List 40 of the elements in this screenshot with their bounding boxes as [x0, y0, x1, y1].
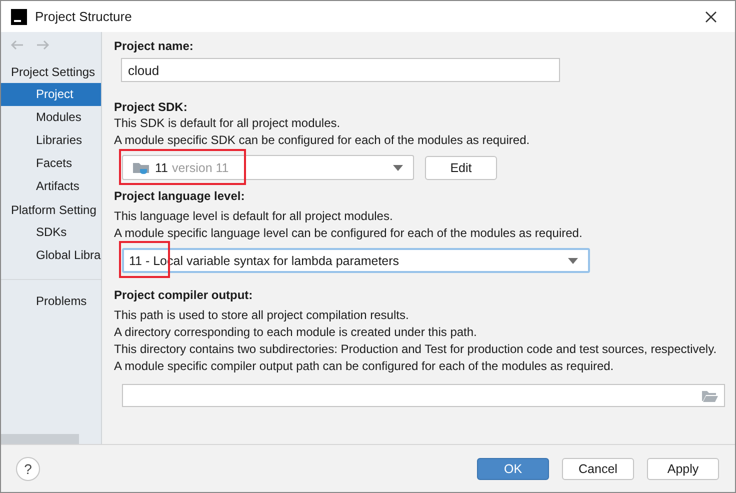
description-text: This SDK is default for all project modules. [114, 115, 342, 132]
folder-cup-icon [133, 160, 151, 174]
sidebar-section-title: Project Settings [10, 64, 96, 81]
dropdown-caret-icon [568, 258, 578, 264]
description-text: A directory corresponding to each module is created under this path. [114, 324, 478, 341]
description-text: This path is used to store all project compilation results. [114, 307, 410, 324]
window-title: Project Structure [35, 9, 133, 24]
project-name-field[interactable]: cloud [121, 58, 560, 82]
section-label: Project language level: [114, 188, 246, 204]
sidebar-item[interactable]: Project [1, 83, 101, 106]
description-text: A module specific SDK can be configured for each of the modules as required. [114, 132, 531, 149]
sidebar-item[interactable]: Global Libra [1, 244, 101, 267]
app-logo-icon [11, 8, 27, 24]
description-text: This directory contains two subdirectories: Production and Test for production code and test sources, respectively. [114, 341, 718, 358]
forward-arrow-icon[interactable] [36, 40, 50, 50]
field-label: Project name: [114, 38, 194, 54]
sidebar-item[interactable]: Artifacts [1, 175, 101, 198]
sidebar-item[interactable]: Modules [1, 106, 101, 129]
sidebar-item[interactable]: Problems [1, 290, 101, 313]
help-button[interactable]: ? [16, 456, 40, 480]
description-text: A module specific compiler output path can be configured for each of the modules as required. [114, 358, 615, 375]
edit-button[interactable]: Edit [425, 156, 497, 180]
dropdown-caret-icon [393, 164, 403, 170]
scrollbar-thumb[interactable] [1, 434, 79, 444]
dialog-button[interactable]: Cancel [562, 458, 634, 480]
sdk-dropdown[interactable]: 11 version 11 [122, 155, 414, 180]
section-label: Project SDK: [114, 99, 188, 115]
sidebar-section-title: Platform Setting [10, 202, 98, 219]
ok-button[interactable]: OK [477, 458, 549, 480]
folder-icon[interactable] [702, 390, 718, 402]
description-text: A module specific language level can be configured for each of the modules as required. [114, 225, 584, 242]
close-icon[interactable] [705, 10, 717, 22]
description-text: This language level is default for all project modules. [114, 208, 394, 225]
output-path-field[interactable] [122, 384, 725, 407]
section-label: Project compiler output: [114, 287, 254, 303]
back-arrow-icon[interactable] [10, 40, 24, 50]
sidebar-item[interactable]: SDKs [1, 221, 101, 244]
sidebar-item[interactable]: Facets [1, 152, 101, 175]
dialog-button[interactable]: Apply [647, 458, 719, 480]
sidebar-item[interactable]: Libraries [1, 129, 101, 152]
